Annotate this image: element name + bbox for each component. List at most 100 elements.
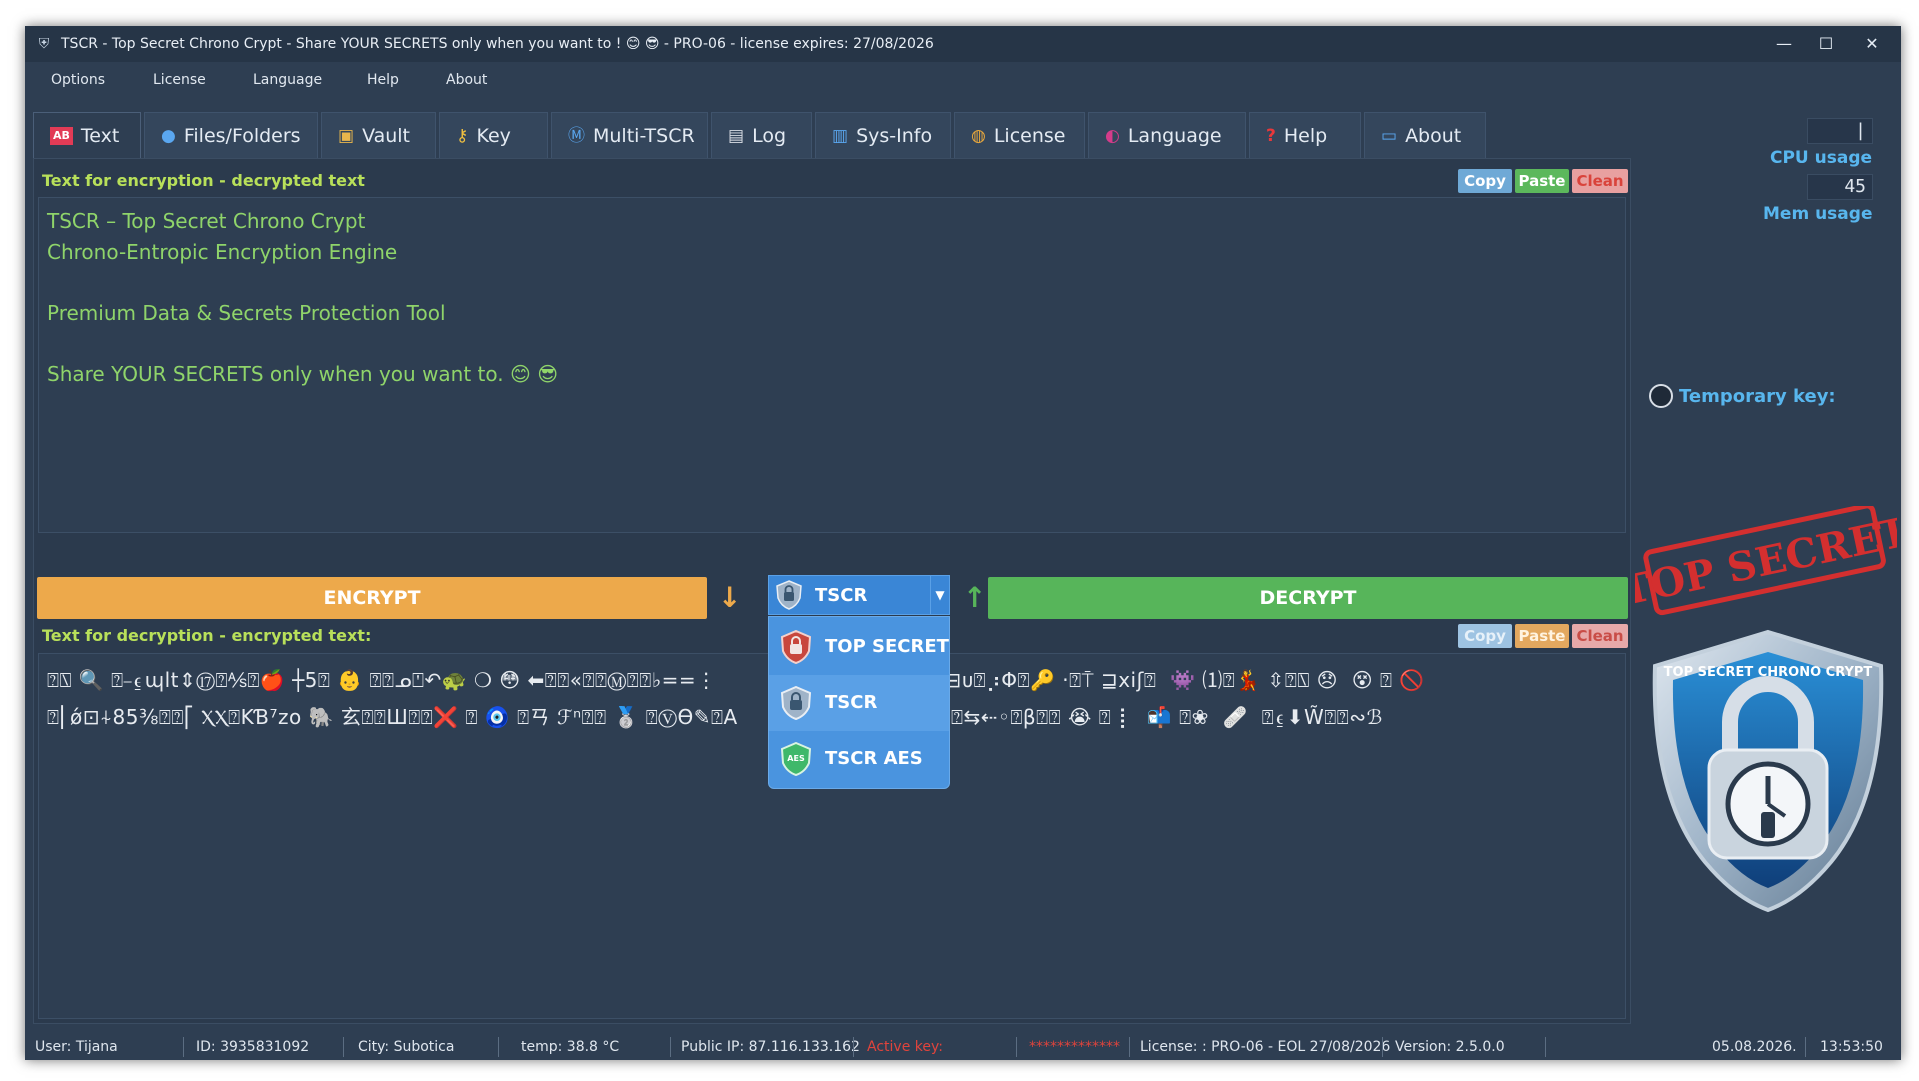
log-icon: ▤ [728, 126, 745, 146]
menu-options[interactable]: Options [51, 72, 105, 88]
status-version: Version: 2.5.0.0 [1395, 1039, 1505, 1055]
tab-about[interactable]: ▭ About [1364, 112, 1486, 158]
question-icon: ? [1266, 126, 1276, 146]
right-pane: | CPU usage 45 Mem usage Temporary key: … [1635, 98, 1901, 1060]
globe-icon: ● [161, 126, 176, 146]
plain-text-area[interactable]: TSCR – Top Secret Chrono Crypt Chrono-En… [38, 197, 1626, 533]
chevron-down-icon[interactable]: ▼ [930, 576, 949, 614]
tab-vault[interactable]: ▣ Vault [321, 112, 436, 158]
tab-label: About [1405, 125, 1462, 147]
menu-about[interactable]: About [446, 72, 487, 88]
tscr-shield-icon [776, 580, 802, 610]
tab-help[interactable]: ? Help [1249, 112, 1361, 158]
status-bar: User: Tijana ID: 3935831092 City: Suboti… [25, 1033, 1901, 1060]
status-city: City: Subotica [358, 1039, 455, 1055]
option-label: TSCR [825, 692, 878, 713]
top-secret-stamp: TOP SECRET [1635, 506, 1897, 615]
info-icon: ▭ [1381, 126, 1398, 146]
cpu-usage-meter: | [1807, 118, 1873, 144]
m-icon: Ⓜ [568, 126, 585, 146]
algorithm-select[interactable]: TSCR ▼ [768, 575, 950, 615]
tab-label: Help [1283, 125, 1328, 147]
status-separator [183, 1037, 184, 1057]
status-separator [343, 1037, 344, 1057]
tab-label: Log [752, 125, 786, 147]
lips-icon: ◐ [1105, 126, 1120, 146]
encrypt-button[interactable]: ENCRYPT [37, 577, 707, 619]
tab-multi-tscr[interactable]: Ⓜ Multi-TSCR [551, 112, 708, 158]
tab-label: Sys-Info [856, 125, 933, 147]
menu-license[interactable]: License [153, 72, 206, 88]
option-label: TOP SECRET [825, 636, 949, 657]
decrypt-button[interactable]: DECRYPT [988, 577, 1628, 619]
copy-cipher-button[interactable]: Copy [1458, 624, 1512, 648]
tab-log[interactable]: ▤ Log [711, 112, 812, 158]
tab-label: Vault [362, 125, 410, 147]
algorithm-option-tscr[interactable]: TSCR [769, 675, 949, 731]
aes-badge-text: AES [787, 754, 805, 763]
decrypt-section-label: Text for decryption - encrypted text: [42, 626, 372, 645]
up-arrow-icon: ↑ [963, 581, 987, 614]
status-separator [853, 1037, 854, 1057]
status-id: ID: 3935831092 [196, 1039, 310, 1055]
status-user: User: Tijana [35, 1039, 118, 1055]
clean-cipher-button[interactable]: Clean [1572, 624, 1628, 648]
status-separator [1805, 1037, 1806, 1057]
algorithm-option-top-secret[interactable]: TOP SECRET [769, 619, 949, 675]
tab-files-folders[interactable]: ● Files/Folders [144, 112, 318, 158]
vault-icon: ▣ [338, 126, 355, 146]
aes-shield-icon: AES [780, 742, 812, 776]
status-separator [1129, 1037, 1130, 1057]
status-separator [1545, 1037, 1546, 1057]
tab-label: Text [80, 125, 120, 147]
stamp-text: TOP SECRET [1635, 508, 1897, 615]
status-separator [670, 1037, 671, 1057]
copy-plain-button[interactable]: Copy [1458, 169, 1512, 193]
algorithm-dropdown: TOP SECRET TSCR AES TSCR AES [768, 616, 950, 789]
close-button[interactable]: ✕ [1843, 26, 1901, 62]
tscr-shield-icon [780, 686, 812, 720]
tab-license[interactable]: ◍ License [954, 112, 1085, 158]
tab-label: License [993, 125, 1066, 147]
app-shield-icon: ⛨ [38, 36, 50, 52]
status-separator [498, 1037, 499, 1057]
chart-icon: ▥ [832, 126, 849, 146]
ab-icon: AB [50, 127, 73, 145]
status-separator [1016, 1037, 1017, 1057]
algorithm-selected-label: TSCR [815, 585, 868, 606]
window-title: TSCR - Top Secret Chrono Crypt - Share Y… [61, 36, 934, 52]
menu-help[interactable]: Help [367, 72, 399, 88]
menu-language[interactable]: Language [253, 72, 322, 88]
tab-language[interactable]: ◐ Language [1088, 112, 1246, 158]
status-date: 05.08.2026. [1712, 1039, 1797, 1055]
tab-text[interactable]: AB Text [33, 112, 141, 158]
status-separator [1382, 1037, 1383, 1057]
tab-key[interactable]: ⚷ Key [439, 112, 548, 158]
paste-plain-button[interactable]: Paste [1515, 169, 1569, 193]
top-secret-shield-icon [780, 630, 812, 664]
paste-cipher-button[interactable]: Paste [1515, 624, 1569, 648]
mem-usage-meter: 45 [1807, 174, 1873, 200]
tab-label: Multi-TSCR [593, 125, 695, 147]
shield-logo-icon: TOP SECRET CHRONO CRYPT [1652, 629, 1884, 913]
temporary-key-label: Temporary key: [1679, 386, 1836, 407]
status-time: 13:53:50 [1820, 1039, 1883, 1055]
temporary-key-toggle[interactable] [1649, 384, 1673, 408]
tab-label: Key [476, 125, 511, 147]
key-icon: ⚷ [456, 126, 469, 146]
cpu-usage-label: CPU usage [1770, 148, 1873, 168]
status-active-key-label: Active key: [867, 1039, 943, 1055]
status-license: License: : PRO-06 - EOL 27/08/2026 [1140, 1039, 1391, 1055]
money-bag-icon: ◍ [971, 126, 986, 146]
clean-plain-button[interactable]: Clean [1572, 169, 1628, 193]
menu-bar: Options License Language Help About [25, 62, 1901, 98]
status-temp: temp: 38.8 °C [521, 1039, 620, 1055]
tab-label: Language [1127, 125, 1222, 147]
algorithm-option-tscr-aes[interactable]: AES TSCR AES [769, 731, 949, 787]
encrypt-section-label: Text for encryption - decrypted text [42, 171, 365, 190]
title-bar[interactable]: ⛨ TSCR - Top Secret Chrono Crypt - Share… [25, 26, 1901, 62]
tab-sys-info[interactable]: ▥ Sys-Info [815, 112, 951, 158]
tab-label: Files/Folders [183, 125, 301, 147]
mem-usage-label: Mem usage [1763, 204, 1873, 224]
app-window: ⛨ TSCR - Top Secret Chrono Crypt - Share… [25, 26, 1901, 1060]
